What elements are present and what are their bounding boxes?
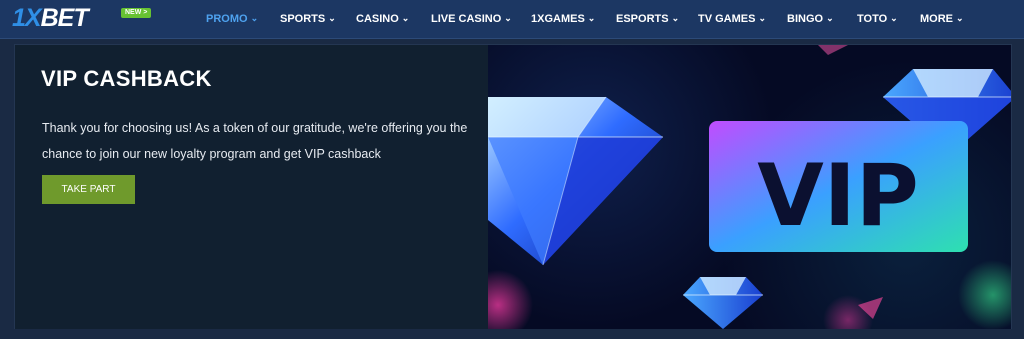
diamond-bottom bbox=[683, 277, 763, 329]
nav-item-bingo[interactable]: BINGO ⌄ bbox=[787, 0, 834, 38]
chevron-down-icon: ⌄ bbox=[758, 12, 766, 23]
nav-label: TOTO bbox=[857, 13, 888, 25]
nav-label: TV GAMES bbox=[698, 13, 756, 25]
nav-item-sports[interactable]: SPORTS ⌄ bbox=[280, 0, 336, 38]
nav-item-promo[interactable]: PROMO ⌄ bbox=[206, 0, 258, 38]
promo-info: VIP CASHBACK Thank you for choosing us! … bbox=[15, 45, 488, 329]
new-badge[interactable]: NEW > bbox=[121, 8, 152, 18]
nav-label: CASINO bbox=[356, 13, 399, 25]
nav-label: ESPORTS bbox=[616, 13, 669, 25]
nav-label: MORE bbox=[920, 13, 953, 25]
vip-plate: VIP bbox=[709, 121, 968, 252]
nav-item-esports[interactable]: ESPORTS ⌄ bbox=[616, 0, 679, 38]
nav-label: BINGO bbox=[787, 13, 824, 25]
nav-item-1xgames[interactable]: 1XGAMES ⌄ bbox=[531, 0, 595, 38]
promo-title: VIP CASHBACK bbox=[41, 66, 212, 91]
vip-banner-image: VIP bbox=[488, 45, 1011, 329]
vip-text: VIP bbox=[757, 146, 919, 246]
nav-item-more[interactable]: MORE ⌄ bbox=[920, 0, 964, 38]
take-part-button[interactable]: TAKE PART bbox=[42, 175, 135, 204]
brand-logo[interactable]: 1XBET bbox=[12, 4, 89, 34]
nav-item-tv-games[interactable]: TV GAMES ⌄ bbox=[698, 0, 766, 38]
vip-banner-graphic: VIP bbox=[488, 45, 1011, 329]
chevron-down-icon: ⌄ bbox=[956, 12, 964, 23]
chevron-down-icon: ⌄ bbox=[890, 12, 898, 23]
page-footer-space bbox=[0, 329, 1024, 339]
chevron-down-icon: ⌄ bbox=[587, 12, 596, 23]
nav-label: 1XGAMES bbox=[531, 13, 585, 25]
nav-label: PROMO bbox=[206, 13, 248, 25]
nav-item-casino[interactable]: CASINO ⌄ bbox=[356, 0, 409, 38]
promo-description: Thank you for choosing us! As a token of… bbox=[42, 121, 468, 161]
chevron-down-icon: ⌄ bbox=[671, 12, 680, 23]
nav-item-live-casino[interactable]: LIVE CASINO ⌄ bbox=[431, 0, 512, 38]
nav-item-toto[interactable]: TOTO ⌄ bbox=[857, 0, 898, 38]
logo-prefix: 1X bbox=[12, 4, 42, 32]
nav-label: LIVE CASINO bbox=[431, 13, 502, 25]
chevron-down-icon: ⌄ bbox=[504, 12, 512, 23]
chevron-down-icon: ⌄ bbox=[250, 12, 259, 23]
chevron-down-icon: ⌄ bbox=[826, 12, 834, 23]
logo-suffix: BET bbox=[40, 4, 89, 32]
promo-card: VIP CASHBACK Thank you for choosing us! … bbox=[14, 44, 1012, 330]
chevron-down-icon: ⌄ bbox=[328, 12, 336, 23]
chevron-down-icon: ⌄ bbox=[401, 12, 410, 23]
top-navigation-bar: 1XBET NEW > PROMO ⌄ SPORTS ⌄ CASINO ⌄ LIVE … bbox=[0, 0, 1024, 39]
diamond-large bbox=[488, 96, 663, 266]
nav-label: SPORTS bbox=[280, 13, 326, 25]
